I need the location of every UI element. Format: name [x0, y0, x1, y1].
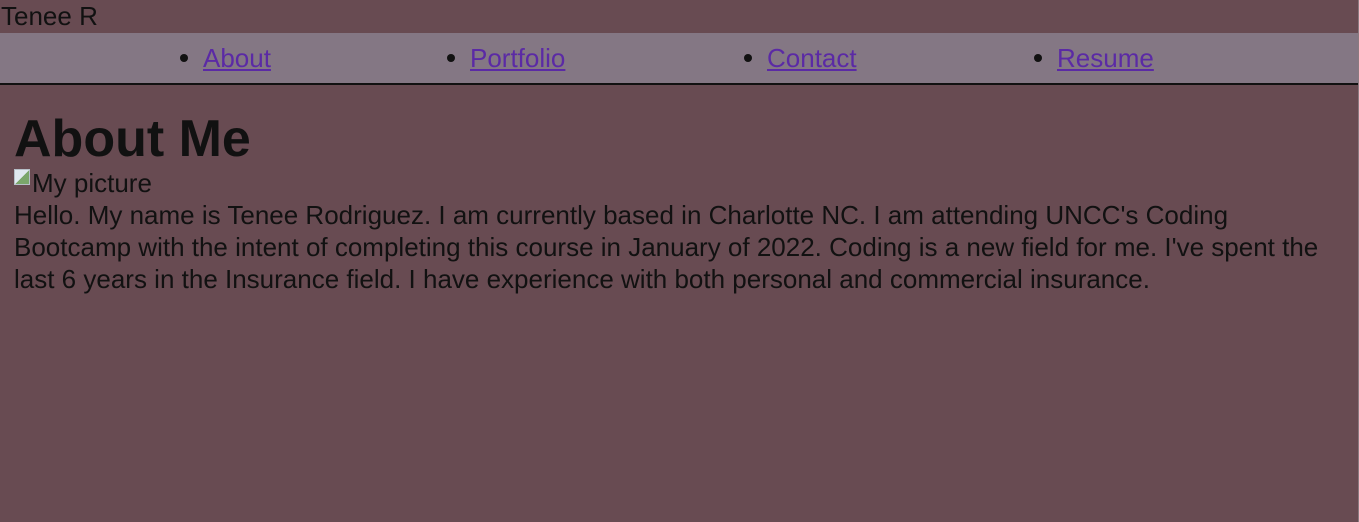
site-name: Tenee R	[1, 1, 98, 31]
page-title: About Me	[14, 110, 251, 168]
nav-item-portfolio: Portfolio	[447, 43, 565, 73]
bullet-icon	[447, 54, 455, 63]
nav-item-contact: Contact	[744, 43, 857, 73]
nav-link-about[interactable]: About	[203, 43, 271, 73]
nav-item-about: About	[180, 43, 271, 73]
profile-picture: My picture	[14, 167, 1338, 199]
broken-image-icon	[14, 169, 30, 185]
nav-link-contact[interactable]: Contact	[767, 43, 857, 73]
page: Tenee R About Portfolio Contact Resume A…	[0, 0, 1359, 522]
navbar: About Portfolio Contact Resume	[0, 33, 1358, 85]
nav-item-resume: Resume	[1034, 43, 1154, 73]
profile-picture-alt-text: My picture	[32, 168, 152, 198]
bullet-icon	[744, 54, 752, 63]
nav-link-portfolio[interactable]: Portfolio	[470, 43, 565, 73]
about-paragraph: Hello. My name is Tenee Rodriguez. I am …	[14, 200, 1319, 294]
bullet-icon	[180, 54, 188, 63]
nav-link-resume[interactable]: Resume	[1057, 43, 1154, 73]
nav-list: About Portfolio Contact Resume	[0, 33, 1358, 83]
bullet-icon	[1034, 54, 1042, 63]
main-content: About Me My picture Hello. My name is Te…	[0, 111, 1358, 295]
